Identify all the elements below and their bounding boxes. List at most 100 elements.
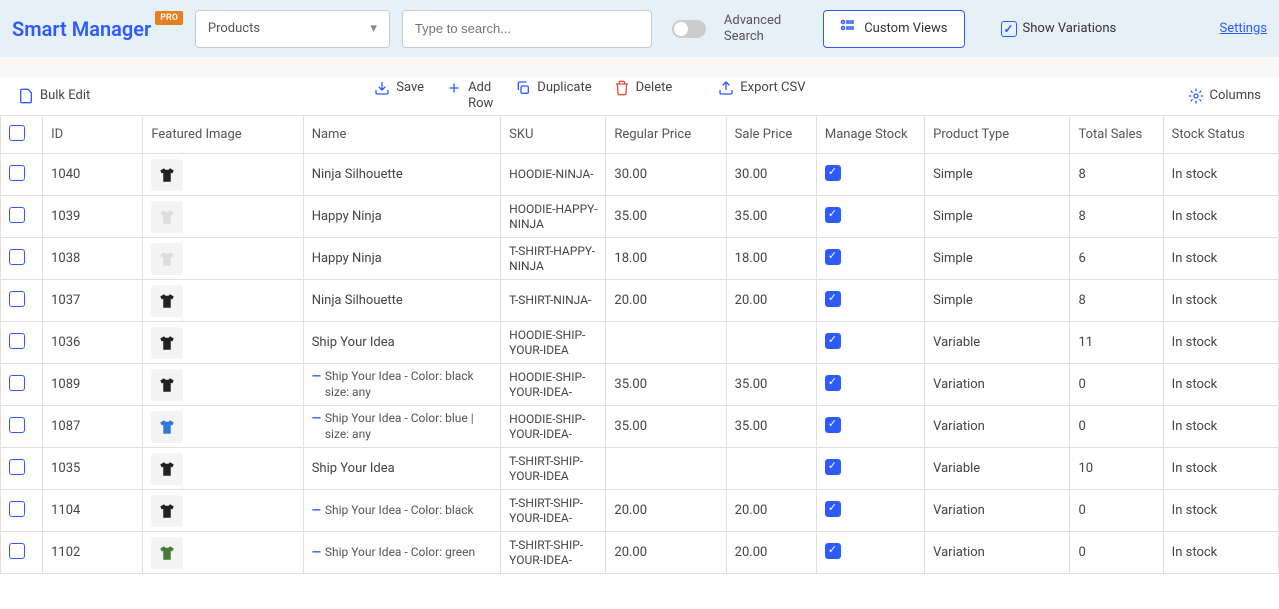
manage-stock-checkbox[interactable] bbox=[825, 459, 841, 475]
row-checkbox[interactable] bbox=[1, 154, 43, 196]
header-checkbox[interactable] bbox=[1, 116, 43, 154]
cell-total-sales[interactable]: 0 bbox=[1070, 406, 1163, 448]
manage-stock-checkbox[interactable] bbox=[825, 375, 841, 391]
cell-regular-price[interactable]: 18.00 bbox=[606, 238, 726, 280]
save-button[interactable]: Save bbox=[374, 80, 424, 96]
cell-sale-price[interactable]: 30.00 bbox=[726, 154, 816, 196]
row-checkbox[interactable] bbox=[1, 196, 43, 238]
header-featured-image[interactable]: Featured Image bbox=[143, 116, 303, 154]
cell-sale-price[interactable]: 35.00 bbox=[726, 364, 816, 406]
cell-sale-price[interactable]: 18.00 bbox=[726, 238, 816, 280]
cell-stock-status[interactable]: In stock bbox=[1163, 532, 1278, 574]
cell-regular-price[interactable]: 30.00 bbox=[606, 154, 726, 196]
cell-stock-status[interactable]: In stock bbox=[1163, 238, 1278, 280]
cell-stock-status[interactable]: In stock bbox=[1163, 154, 1278, 196]
search-input[interactable] bbox=[402, 10, 652, 48]
cell-regular-price[interactable]: 35.00 bbox=[606, 196, 726, 238]
header-sku[interactable]: SKU bbox=[501, 116, 606, 154]
duplicate-button[interactable]: Duplicate bbox=[515, 80, 591, 96]
cell-sku[interactable]: HOODIE-SHIP-YOUR-IDEA bbox=[501, 322, 606, 364]
cell-sale-price[interactable]: 20.00 bbox=[726, 532, 816, 574]
cell-id[interactable]: 1104 bbox=[43, 490, 143, 532]
row-checkbox[interactable] bbox=[1, 280, 43, 322]
cell-featured-image[interactable] bbox=[143, 154, 303, 196]
header-stock-status[interactable]: Stock Status bbox=[1163, 116, 1278, 154]
table-row[interactable]: 1040Ninja SilhouetteHOODIE-NINJA-30.0030… bbox=[1, 154, 1279, 196]
cell-featured-image[interactable] bbox=[143, 280, 303, 322]
cell-featured-image[interactable] bbox=[143, 196, 303, 238]
cell-manage-stock[interactable] bbox=[816, 406, 924, 448]
table-row[interactable]: 1089—Ship Your Idea - Color: black size:… bbox=[1, 364, 1279, 406]
header-name[interactable]: Name bbox=[303, 116, 500, 154]
cell-stock-status[interactable]: In stock bbox=[1163, 448, 1278, 490]
cell-total-sales[interactable]: 10 bbox=[1070, 448, 1163, 490]
table-row[interactable]: 1039Happy NinjaHOODIE-HAPPY-NINJA35.0035… bbox=[1, 196, 1279, 238]
advanced-search-toggle[interactable] bbox=[672, 20, 706, 38]
cell-featured-image[interactable] bbox=[143, 238, 303, 280]
cell-name-td[interactable]: Happy Ninja bbox=[303, 238, 500, 280]
cell-product-type[interactable]: Simple bbox=[925, 238, 1070, 280]
cell-name-td[interactable]: Ship Your Idea bbox=[303, 448, 500, 490]
row-checkbox[interactable] bbox=[1, 532, 43, 574]
cell-name-td[interactable]: —Ship Your Idea - Color: blue | size: an… bbox=[303, 406, 500, 448]
cell-total-sales[interactable]: 6 bbox=[1070, 238, 1163, 280]
cell-sku[interactable]: HOODIE-NINJA- bbox=[501, 154, 606, 196]
custom-views-button[interactable]: Custom Views bbox=[823, 10, 964, 48]
header-manage-stock[interactable]: Manage Stock bbox=[816, 116, 924, 154]
cell-id[interactable]: 1035 bbox=[43, 448, 143, 490]
show-variations-checkbox[interactable]: Show Variations bbox=[1001, 21, 1117, 37]
cell-manage-stock[interactable] bbox=[816, 448, 924, 490]
cell-id[interactable]: 1038 bbox=[43, 238, 143, 280]
cell-stock-status[interactable]: In stock bbox=[1163, 322, 1278, 364]
cell-product-type[interactable]: Variable bbox=[925, 322, 1070, 364]
cell-product-type[interactable]: Variation bbox=[925, 364, 1070, 406]
cell-id[interactable]: 1036 bbox=[43, 322, 143, 364]
add-row-button[interactable]: AddRow bbox=[446, 80, 493, 111]
cell-sale-price[interactable]: 20.00 bbox=[726, 490, 816, 532]
cell-product-type[interactable]: Variable bbox=[925, 448, 1070, 490]
cell-id[interactable]: 1039 bbox=[43, 196, 143, 238]
delete-button[interactable]: Delete bbox=[614, 80, 673, 96]
cell-manage-stock[interactable] bbox=[816, 196, 924, 238]
cell-name-td[interactable]: Ninja Silhouette bbox=[303, 280, 500, 322]
cell-total-sales[interactable]: 8 bbox=[1070, 196, 1163, 238]
cell-sku[interactable]: T-SHIRT-HAPPY-NINJA bbox=[501, 238, 606, 280]
cell-sale-price[interactable] bbox=[726, 448, 816, 490]
manage-stock-checkbox[interactable] bbox=[825, 417, 841, 433]
cell-product-type[interactable]: Variation bbox=[925, 490, 1070, 532]
header-regular-price[interactable]: Regular Price bbox=[606, 116, 726, 154]
manage-stock-checkbox[interactable] bbox=[825, 291, 841, 307]
cell-sku[interactable]: HOODIE-SHIP-YOUR-IDEA- bbox=[501, 406, 606, 448]
cell-product-type[interactable]: Simple bbox=[925, 280, 1070, 322]
header-total-sales[interactable]: Total Sales bbox=[1070, 116, 1163, 154]
cell-name-td[interactable]: —Ship Your Idea - Color: green bbox=[303, 532, 500, 574]
table-row[interactable]: 1037Ninja SilhouetteT-SHIRT-NINJA-20.002… bbox=[1, 280, 1279, 322]
cell-manage-stock[interactable] bbox=[816, 280, 924, 322]
cell-featured-image[interactable] bbox=[143, 448, 303, 490]
columns-button[interactable]: Columns bbox=[1188, 88, 1262, 104]
manage-stock-checkbox[interactable] bbox=[825, 543, 841, 559]
cell-regular-price[interactable] bbox=[606, 448, 726, 490]
cell-manage-stock[interactable] bbox=[816, 322, 924, 364]
cell-total-sales[interactable]: 0 bbox=[1070, 532, 1163, 574]
cell-product-type[interactable]: Simple bbox=[925, 196, 1070, 238]
cell-featured-image[interactable] bbox=[143, 490, 303, 532]
cell-stock-status[interactable]: In stock bbox=[1163, 364, 1278, 406]
cell-regular-price[interactable]: 35.00 bbox=[606, 406, 726, 448]
cell-sale-price[interactable]: 20.00 bbox=[726, 280, 816, 322]
cell-id[interactable]: 1037 bbox=[43, 280, 143, 322]
header-product-type[interactable]: Product Type bbox=[925, 116, 1070, 154]
table-row[interactable]: 1102—Ship Your Idea - Color: greenT-SHIR… bbox=[1, 532, 1279, 574]
manage-stock-checkbox[interactable] bbox=[825, 207, 841, 223]
cell-total-sales[interactable]: 0 bbox=[1070, 364, 1163, 406]
table-row[interactable]: 1087—Ship Your Idea - Color: blue | size… bbox=[1, 406, 1279, 448]
cell-id[interactable]: 1102 bbox=[43, 532, 143, 574]
cell-name-td[interactable]: —Ship Your Idea - Color: black bbox=[303, 490, 500, 532]
cell-product-type[interactable]: Simple bbox=[925, 154, 1070, 196]
cell-sku[interactable]: HOODIE-HAPPY-NINJA bbox=[501, 196, 606, 238]
cell-stock-status[interactable]: In stock bbox=[1163, 406, 1278, 448]
cell-manage-stock[interactable] bbox=[816, 532, 924, 574]
row-checkbox[interactable] bbox=[1, 364, 43, 406]
cell-stock-status[interactable]: In stock bbox=[1163, 196, 1278, 238]
cell-total-sales[interactable]: 11 bbox=[1070, 322, 1163, 364]
